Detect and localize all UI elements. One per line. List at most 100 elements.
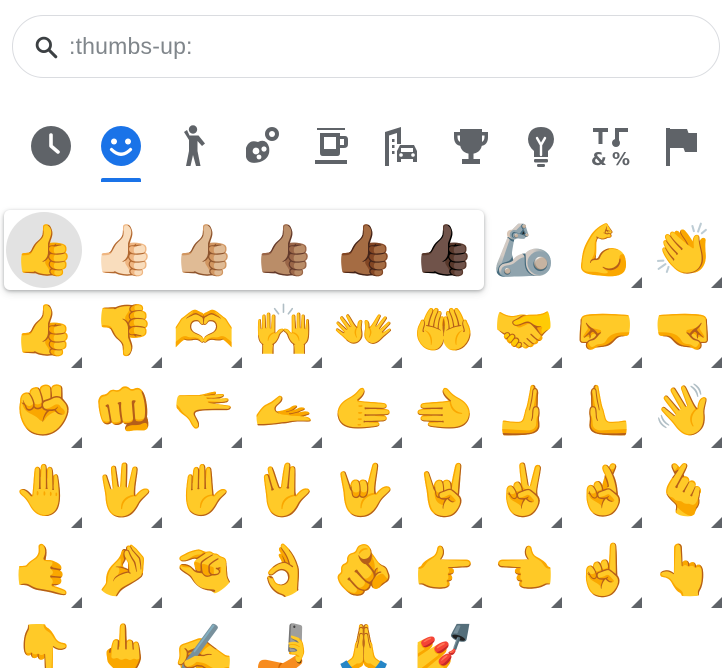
emoji-cell[interactable]: 🤏 — [164, 530, 244, 610]
variant-indicator-icon — [631, 597, 642, 608]
emoji-cell[interactable]: 🫱 — [324, 370, 404, 450]
emoji-cell[interactable]: 👎 — [84, 290, 164, 370]
emoji-cell[interactable]: ✍️ — [164, 610, 244, 668]
emoji-cell[interactable]: 🤛 — [564, 290, 644, 370]
emoji-cell[interactable]: 🤌 — [84, 530, 164, 610]
variant-indicator-icon — [391, 437, 402, 448]
emoji-cell[interactable]: 🤟 — [324, 450, 404, 530]
variant-indicator-icon — [151, 437, 162, 448]
tab-objects[interactable] — [511, 118, 571, 174]
emoji-cell[interactable]: 🙌 — [244, 290, 324, 370]
emoji-glyph: 🤚 — [12, 461, 76, 519]
emoji-cell[interactable]: 🫸 — [484, 370, 564, 450]
emoji-cell[interactable]: 🫰 — [644, 450, 724, 530]
variant-indicator-icon — [551, 597, 562, 608]
tab-smileys[interactable] — [91, 118, 151, 182]
skin-tone-option[interactable]: 👍🏿 — [404, 210, 484, 290]
variant-indicator-icon — [231, 357, 242, 368]
skin-tone-glyph: 👍🏽 — [252, 221, 316, 279]
tab-food-drink[interactable] — [301, 118, 361, 174]
lightbulb-icon — [528, 127, 554, 167]
variant-indicator-icon — [471, 517, 482, 528]
emoji-glyph: 👐 — [332, 301, 396, 359]
emoji-cell[interactable]: 🖐️ — [84, 450, 164, 530]
tab-activities[interactable] — [441, 118, 501, 174]
emoji-cell[interactable]: ✌️ — [484, 450, 564, 530]
variant-indicator-icon — [471, 357, 482, 368]
skin-tone-option[interactable]: 👍🏼 — [164, 210, 244, 290]
emoji-cell[interactable]: 👆 — [644, 530, 724, 610]
emoji-cell[interactable]: 🤚 — [4, 450, 84, 530]
emoji-cell[interactable]: 👍 — [4, 290, 84, 370]
emoji-cell[interactable]: 🖕 — [84, 610, 164, 668]
tab-travel[interactable] — [371, 118, 431, 174]
emoji-cell[interactable]: 👊 — [84, 370, 164, 450]
emoji-cell[interactable]: 🤳 — [244, 610, 324, 668]
emoji-glyph: 🫳 — [172, 381, 236, 439]
emoji-cell[interactable]: 👇 — [4, 610, 84, 668]
emoji-glyph: 🤞 — [572, 461, 636, 519]
emoji-cell[interactable]: ✊ — [4, 370, 84, 450]
emoji-glyph: 🤏 — [172, 541, 236, 599]
skin-tone-option[interactable]: 👍🏾 — [324, 210, 404, 290]
emoji-cell[interactable]: 🫲 — [404, 370, 484, 450]
emoji-cell[interactable]: 🤙 — [4, 530, 84, 610]
emoji-cell[interactable]: ☝️ — [564, 530, 644, 610]
emoji-glyph: 👆 — [652, 541, 716, 599]
emoji-cell[interactable]: 👐 — [324, 290, 404, 370]
emoji-glyph: 🫰 — [652, 461, 716, 519]
skin-tone-option[interactable]: 👍🏽 — [244, 210, 324, 290]
skin-tone-option[interactable]: 👍 — [4, 210, 84, 290]
emoji-cell[interactable]: 🖖 — [244, 450, 324, 530]
emoji-glyph: 🤌 — [92, 541, 156, 599]
emoji-cell[interactable]: 💅 — [404, 610, 484, 668]
emoji-glyph: 🫲 — [412, 381, 476, 439]
emoji-cell[interactable]: 👈 — [484, 530, 564, 610]
emoji-cell[interactable]: 👉 — [404, 530, 484, 610]
emoji-cell[interactable]: ✋ — [164, 450, 244, 530]
emoji-cell[interactable]: 🙏 — [324, 610, 404, 668]
emoji-cell[interactable]: 💪 — [564, 210, 644, 290]
skin-tone-glyph: 👍 — [12, 221, 76, 279]
emoji-cell[interactable]: 👋 — [644, 370, 724, 450]
emoji-cell[interactable]: 🤜 — [644, 290, 724, 370]
tab-people[interactable] — [161, 118, 221, 174]
emoji-cell[interactable]: 🫴 — [244, 370, 324, 450]
smiley-icon — [101, 126, 141, 166]
emoji-cell[interactable]: 🤝 — [484, 290, 564, 370]
variant-indicator-icon — [231, 437, 242, 448]
emoji-glyph: 🫵 — [332, 541, 396, 599]
emoji-glyph: 🤲 — [412, 301, 476, 359]
emoji-glyph: ✋ — [172, 461, 236, 519]
emoji-glyph: 🖐️ — [92, 461, 156, 519]
variant-indicator-icon — [631, 357, 642, 368]
emoji-glyph: 👇 — [12, 621, 76, 668]
variant-indicator-icon — [631, 517, 642, 528]
variant-indicator-icon — [551, 517, 562, 528]
emoji-cell[interactable]: 🤲 — [404, 290, 484, 370]
emoji-glyph: 🤜 — [652, 301, 716, 359]
skin-tone-option[interactable]: 👍🏻 — [84, 210, 164, 290]
svg-text:%: % — [612, 149, 630, 168]
emoji-cell[interactable]: 🫷 — [564, 370, 644, 450]
emoji-glyph: 🫴 — [252, 381, 316, 439]
emoji-cell[interactable]: 🫵 — [324, 530, 404, 610]
emoji-cell[interactable]: 👏 — [644, 210, 724, 290]
emoji-glyph: 🤝 — [492, 301, 556, 359]
emoji-cell[interactable]: 🤞 — [564, 450, 644, 530]
emoji-cell[interactable]: 🦾 — [484, 210, 564, 290]
tab-flags[interactable] — [651, 118, 711, 174]
emoji-cell[interactable]: 🫶 — [164, 290, 244, 370]
variant-indicator-icon — [711, 517, 722, 528]
search-input[interactable]: :thumbs-up: — [69, 33, 193, 60]
search-icon — [33, 34, 59, 60]
emoji-cell[interactable]: 🫳 — [164, 370, 244, 450]
tab-symbols[interactable]: &% — [581, 118, 641, 174]
emoji-cell[interactable]: 👌 — [244, 530, 324, 610]
tab-recent[interactable] — [21, 118, 81, 174]
variant-indicator-icon — [151, 357, 162, 368]
emoji-cell[interactable]: 🤘 — [404, 450, 484, 530]
variant-indicator-icon — [391, 597, 402, 608]
tab-nature[interactable] — [231, 118, 291, 174]
search-bar[interactable]: :thumbs-up: — [12, 15, 720, 78]
